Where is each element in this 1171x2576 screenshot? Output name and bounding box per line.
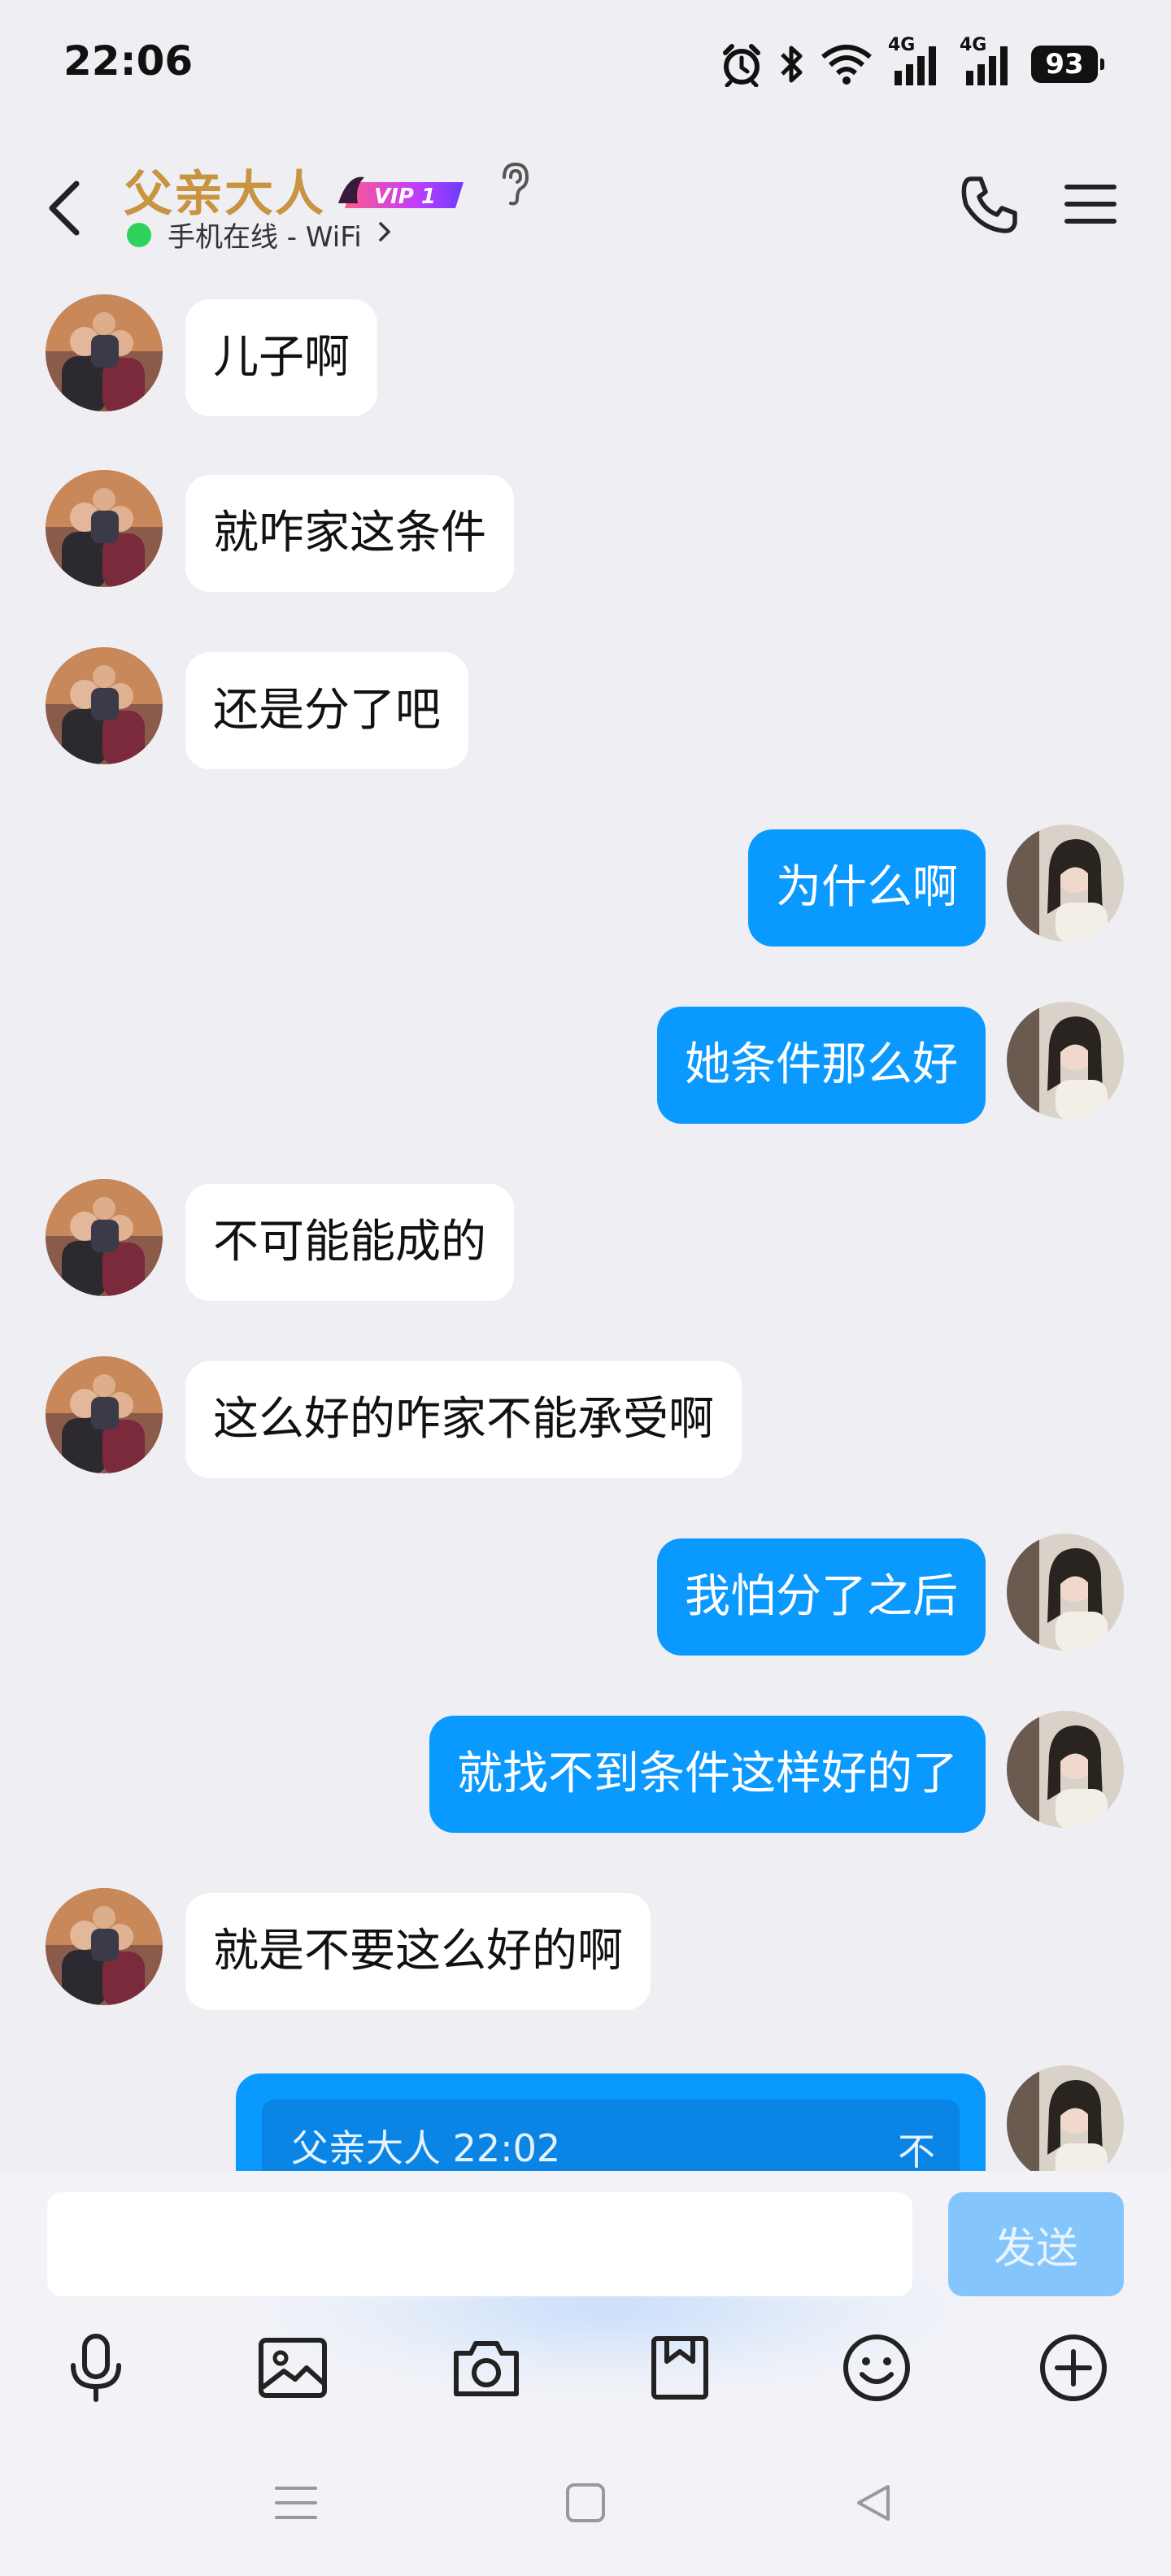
- image-icon: [259, 2338, 327, 2398]
- message-bubble-outgoing[interactable]: 她条件那么好: [657, 1007, 986, 1124]
- avatar-self[interactable]: [1007, 2065, 1124, 2171]
- message-bubble-incoming[interactable]: 不可能能成的: [185, 1184, 514, 1301]
- quoted-text-preview: 不: [898, 2130, 935, 2171]
- message-row: 我怕分了之后: [0, 1516, 1171, 1656]
- status-time: 22:06: [63, 37, 194, 85]
- avatar-self[interactable]: [1007, 1534, 1124, 1651]
- system-nav-bar: [0, 2415, 1171, 2576]
- battery-icon: 93: [1031, 46, 1104, 83]
- wifi-icon: [820, 44, 873, 85]
- message-row: 就咋家这条件: [0, 452, 1171, 592]
- image-button[interactable]: [252, 2327, 333, 2408]
- alarm-icon: [720, 41, 763, 87]
- message-bubble-outgoing[interactable]: 我怕分了之后: [657, 1538, 986, 1656]
- chevron-right-icon: [377, 219, 393, 251]
- nav-home-button[interactable]: [559, 2477, 612, 2529]
- hamburger-icon: [1064, 185, 1117, 224]
- avatar-contact[interactable]: [46, 647, 163, 764]
- quoted-meta: 父亲大人 22:02: [291, 2126, 561, 2170]
- plus-icon: [1040, 2334, 1107, 2401]
- avatar-contact[interactable]: [46, 1179, 163, 1296]
- back-triangle-icon: [857, 2485, 890, 2521]
- message-row: 不可能能成的: [0, 1161, 1171, 1301]
- phone-icon: [961, 176, 1017, 233]
- composer-toolbar: [0, 2327, 1171, 2425]
- avatar-contact[interactable]: [46, 1888, 163, 2005]
- nav-back-button[interactable]: [847, 2477, 899, 2529]
- home-icon: [566, 2483, 605, 2522]
- message-row: 就是不要这么好的啊: [0, 1870, 1171, 2010]
- message-bubble-outgoing-quote[interactable]: 父亲大人 22:02 不: [236, 2073, 986, 2171]
- signal-icon: 4G: [960, 35, 1016, 87]
- message-row: 儿子啊: [0, 276, 1171, 416]
- avatar-self[interactable]: [1007, 1002, 1124, 1119]
- message-bubble-outgoing[interactable]: 就找不到条件这样好的了: [429, 1716, 986, 1833]
- message-bubble-incoming[interactable]: 还是分了吧: [185, 652, 468, 769]
- ear-icon[interactable]: [494, 159, 535, 208]
- message-row: 这么好的咋家不能承受啊: [0, 1338, 1171, 1478]
- message-row: 她条件那么好: [0, 984, 1171, 1124]
- message-bubble-incoming[interactable]: 这么好的咋家不能承受啊: [185, 1361, 742, 1478]
- status-icons: 4G 4G 93: [720, 35, 1104, 93]
- microphone-icon: [71, 2334, 121, 2402]
- online-dot-icon: [127, 222, 151, 247]
- vip-badge[interactable]: VIP 1: [337, 171, 467, 216]
- message-bubble-incoming[interactable]: 就咋家这条件: [185, 475, 514, 592]
- composer: 发送: [0, 2171, 1171, 2415]
- vip-badge-text: VIP 1: [374, 185, 436, 209]
- nav-recents-button[interactable]: [270, 2477, 322, 2529]
- online-status[interactable]: 手机在线 - WiFi: [127, 215, 393, 255]
- emoji-icon: [843, 2334, 910, 2401]
- voice-button[interactable]: [55, 2327, 137, 2408]
- signal-icon: 4G: [888, 35, 945, 87]
- message-row: 为什么啊: [0, 807, 1171, 946]
- recents-icon: [275, 2487, 317, 2519]
- back-button[interactable]: [41, 176, 89, 241]
- file-button[interactable]: [639, 2327, 720, 2408]
- quoted-message[interactable]: 父亲大人 22:02 不: [262, 2100, 960, 2171]
- status-bar: 22:06 4G 4G 93: [0, 0, 1171, 130]
- message-row: 就找不到条件这样好的了: [0, 1693, 1171, 1833]
- avatar-contact[interactable]: [46, 1356, 163, 1473]
- message-list[interactable]: 儿子啊 就咋家这条件 还是分了吧 为什么啊 她条件那么好 不可能能成的 这么好的…: [0, 276, 1171, 2171]
- camera-button[interactable]: [446, 2327, 527, 2408]
- network-type-label: 4G: [888, 35, 916, 55]
- emoji-button[interactable]: [836, 2327, 917, 2408]
- network-type-label: 4G: [960, 35, 987, 55]
- camera-icon: [454, 2341, 519, 2396]
- message-input[interactable]: [47, 2192, 912, 2296]
- avatar-contact[interactable]: [46, 470, 163, 587]
- call-button[interactable]: [956, 172, 1021, 237]
- menu-button[interactable]: [1062, 176, 1119, 233]
- avatar-self[interactable]: [1007, 825, 1124, 942]
- message-bubble-outgoing[interactable]: 为什么啊: [748, 829, 986, 946]
- chevron-left-icon: [49, 181, 80, 236]
- message-bubble-incoming[interactable]: 就是不要这么好的啊: [185, 1893, 651, 2010]
- more-button[interactable]: [1033, 2327, 1114, 2408]
- avatar-self[interactable]: [1007, 1711, 1124, 1828]
- message-row: 还是分了吧: [0, 629, 1171, 769]
- online-status-text: 手机在线 - WiFi: [168, 221, 362, 254]
- avatar-contact[interactable]: [46, 294, 163, 411]
- send-button[interactable]: 发送: [948, 2192, 1124, 2296]
- file-icon: [651, 2336, 708, 2400]
- bluetooth-icon: [777, 41, 805, 87]
- message-bubble-incoming[interactable]: 儿子啊: [185, 299, 377, 416]
- chat-header: 父亲大人 VIP 1 手机在线 - WiFi: [0, 130, 1171, 276]
